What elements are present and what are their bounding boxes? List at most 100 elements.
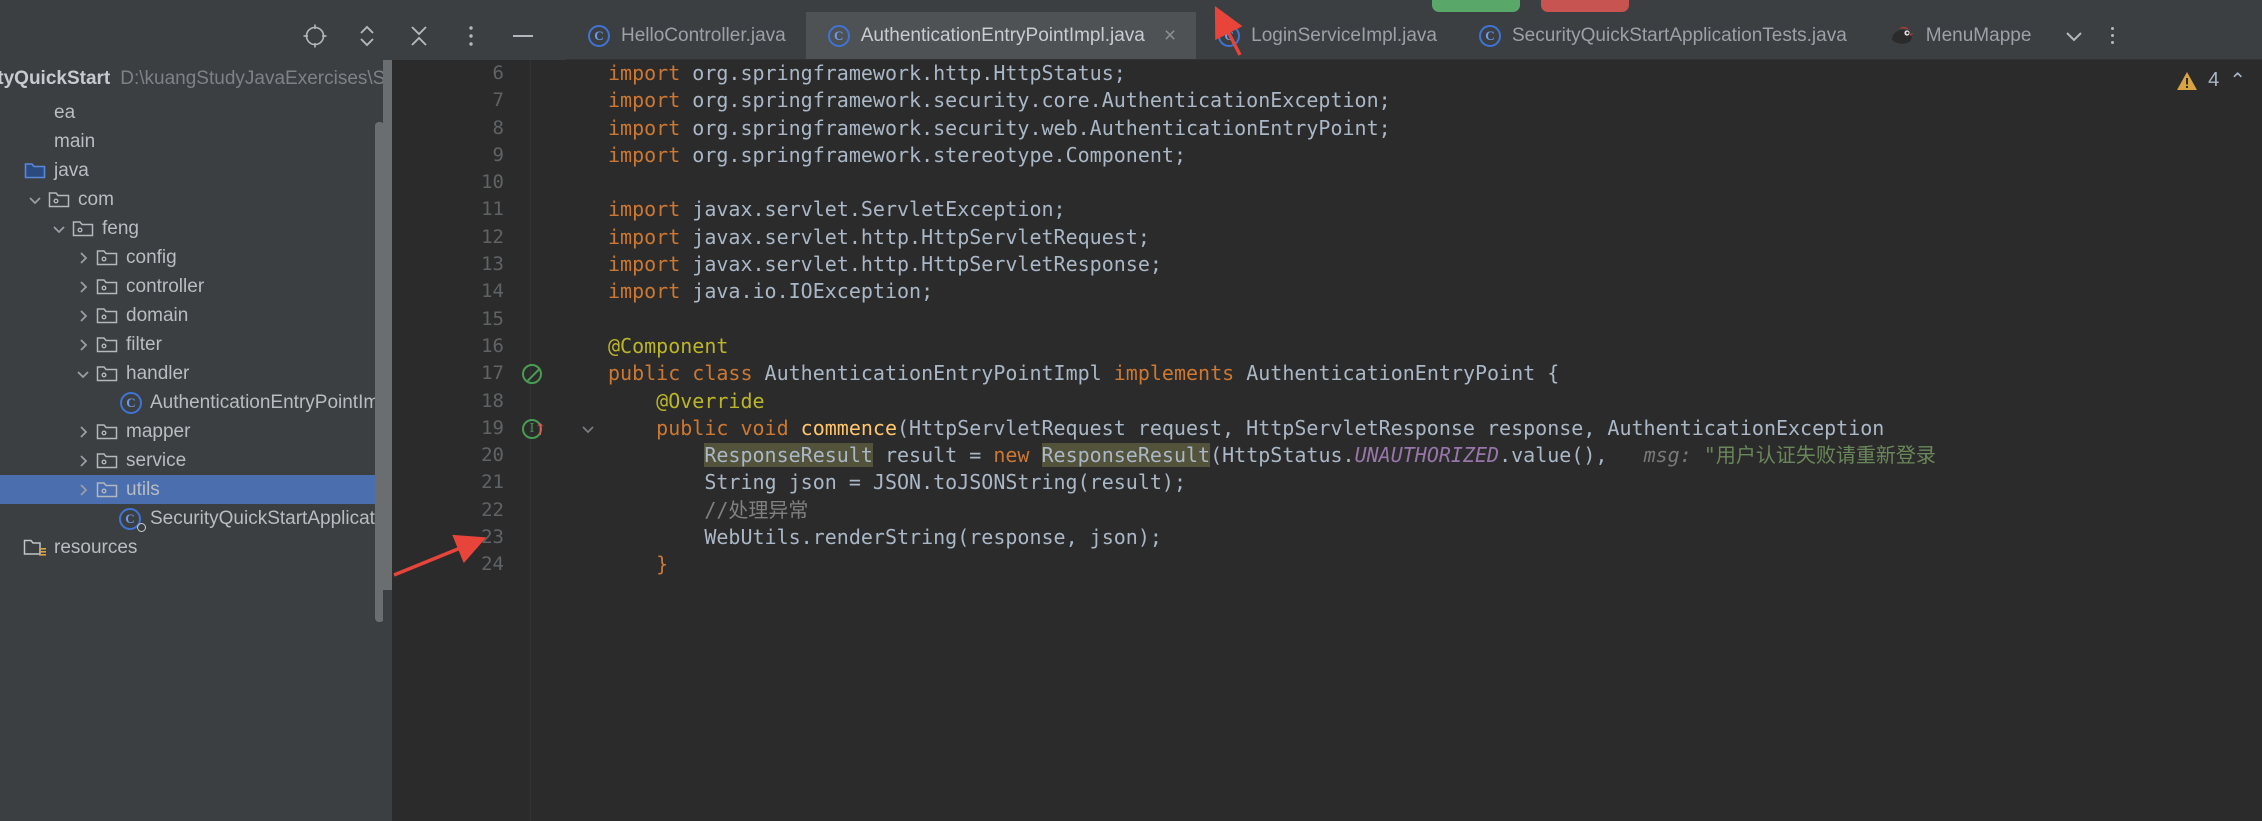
editor-gutter-strip	[383, 60, 392, 821]
editor-vertical-scrollbar[interactable]	[383, 60, 392, 590]
code-text: @Override	[608, 388, 765, 413]
run-class-gutter-icon[interactable]	[522, 363, 568, 384]
tree-item-config[interactable]: config	[0, 243, 383, 272]
code-line[interactable]: 24 }	[392, 551, 2262, 578]
chevron-right-icon[interactable]	[72, 453, 94, 469]
tab-authentication-entry-point-impl[interactable]: C AuthenticationEntryPointImpl.java ×	[805, 12, 1197, 59]
code-text: }	[608, 552, 669, 577]
code-line[interactable]: 15	[392, 306, 2262, 333]
tree-item-authenticationentrypointimpl[interactable]: C AuthenticationEntryPointImpl	[0, 388, 383, 417]
tree-item-label: config	[126, 246, 177, 268]
tab-more-options-icon[interactable]	[2097, 12, 2127, 59]
tree-item-label: utils	[126, 478, 160, 500]
code-line[interactable]: 20 ResponseResult result = new ResponseR…	[392, 442, 2262, 469]
tree-item-resources[interactable]: resources	[0, 533, 383, 562]
inspection-widget[interactable]: 4 ⌃	[2176, 68, 2246, 93]
tab-label: MenuMappe	[1925, 24, 2032, 46]
code-line[interactable]: 22 //处理异常	[392, 497, 2262, 524]
tree-item-label: filter	[126, 333, 162, 355]
code-fold-chevron-down-icon[interactable]	[568, 421, 608, 437]
tab-menu-mapper[interactable]: MenuMappe	[1867, 12, 2052, 59]
code-line[interactable]: 23 WebUtils.renderString(response, json)…	[392, 524, 2262, 551]
code-line[interactable]: 7 import org.springframework.security.cor…	[392, 87, 2262, 114]
code-line[interactable]: 17 public class AuthenticationEntryPointI…	[392, 360, 2262, 387]
chevron-down-icon[interactable]	[24, 192, 46, 208]
code-line[interactable]: 11 import javax.servlet.ServletException;	[392, 196, 2262, 223]
tree-item-utils[interactable]: utils	[0, 475, 383, 504]
tree-item-filter[interactable]: filter	[0, 330, 383, 359]
chevron-right-icon[interactable]	[72, 337, 94, 353]
code-line[interactable]: 13 import javax.servlet.http.HttpServletR…	[392, 251, 2262, 278]
tab-label: AuthenticationEntryPointImpl.java	[860, 24, 1145, 46]
code-line[interactable]: 12 import javax.servlet.http.HttpServletR…	[392, 224, 2262, 251]
code-line[interactable]: 9 import org.springframework.stereotype.C…	[392, 142, 2262, 169]
java-class-icon: C	[827, 24, 850, 47]
code-line[interactable]: 14 import java.io.IOException;	[392, 278, 2262, 305]
tree-item-securityquickstartapplication[interactable]: C SecurityQuickStartApplication	[0, 504, 383, 533]
close-icon[interactable]: ×	[1164, 25, 1176, 46]
line-number: 9	[492, 143, 504, 166]
source-folder-icon	[22, 161, 48, 180]
expand-collapse-icon[interactable]	[354, 23, 380, 49]
tree-item-service[interactable]: service	[0, 446, 383, 475]
editor-tab-bar: C HelloController.java C AuthenticationE…	[566, 12, 2262, 60]
code-line[interactable]: 16 @Component	[392, 333, 2262, 360]
line-number: 14	[481, 280, 504, 303]
project-scrollbar[interactable]	[375, 122, 383, 622]
tab-hello-controller[interactable]: C HelloController.java	[566, 12, 806, 59]
resources-folder-icon	[22, 538, 48, 557]
chevron-down-icon[interactable]	[72, 366, 94, 382]
tree-item-ea[interactable]: ea	[0, 98, 383, 127]
collapse-all-icon[interactable]	[406, 23, 432, 49]
project-header[interactable]: ityQuickStart D:\kuangStudyJavaExercises…	[0, 60, 383, 98]
code-text: String json = JSON.toJSONString(result);	[608, 470, 1186, 495]
code-text: import javax.servlet.http.HttpServletReq…	[608, 224, 1150, 249]
stop-button-pill[interactable]	[1541, 0, 1629, 12]
chevron-right-icon[interactable]	[72, 482, 94, 498]
code-line[interactable]: 18 @Override	[392, 388, 2262, 415]
code-line[interactable]: 19 I ↑ public void commence(HttpServletReq…	[392, 415, 2262, 442]
java-class-icon: C	[1218, 24, 1241, 47]
tab-overflow-chevron-down-icon[interactable]	[2051, 12, 2097, 59]
tab-login-service-impl[interactable]: C LoginServiceImpl.java	[1196, 12, 1457, 59]
hide-panel-icon[interactable]	[510, 23, 536, 49]
chevron-down-icon[interactable]	[48, 221, 70, 237]
code-lines[interactable]: 6 import org.springframework.http.HttpSta…	[392, 60, 2262, 821]
code-line[interactable]: 8 import org.springframework.security.web…	[392, 115, 2262, 142]
java-class-runnable-icon: C	[118, 507, 146, 532]
tree-item-feng[interactable]: feng	[0, 214, 383, 243]
tree-item-label: ea	[54, 101, 76, 123]
chevron-right-icon[interactable]	[72, 279, 94, 295]
tree-item-com[interactable]: com	[0, 185, 383, 214]
java-class-icon: C	[588, 24, 610, 47]
line-number: 17	[481, 362, 504, 385]
locate-target-icon[interactable]	[302, 23, 328, 49]
tree-item-handler[interactable]: handler	[0, 359, 383, 388]
line-number: 19	[481, 416, 504, 439]
tree-item-controller[interactable]: controller	[0, 272, 383, 301]
tree-item-main[interactable]: main	[0, 127, 383, 156]
code-line[interactable]: 10	[392, 169, 2262, 196]
tree-item-label: feng	[102, 217, 139, 239]
tree-item-domain[interactable]: domain	[0, 301, 383, 330]
tree-item-mapper[interactable]: mapper	[0, 417, 383, 446]
inspection-collapse-icon[interactable]: ⌃	[2229, 68, 2246, 93]
code-line[interactable]: 21 String json = JSON.toJSONString(resul…	[392, 469, 2262, 496]
tab-security-quickstart-application-tests[interactable]: C SecurityQuickStartApplicationTests.jav…	[1457, 12, 1867, 59]
tab-label: LoginServiceImpl.java	[1251, 24, 1437, 46]
code-line[interactable]: 6 import org.springframework.http.HttpSta…	[392, 60, 2262, 87]
line-number: 10	[481, 171, 504, 194]
chevron-right-icon[interactable]	[72, 424, 94, 440]
code-text: public void commence(HttpServletRequest …	[608, 415, 1897, 440]
tree-item-java[interactable]: java	[0, 156, 383, 185]
code-text: WebUtils.renderString(response, json);	[608, 525, 1162, 550]
run-button-pill[interactable]	[1432, 0, 1520, 12]
implementing-method-gutter-icon[interactable]: I ↑	[522, 418, 568, 439]
tree-item-label: handler	[126, 362, 190, 384]
more-options-icon[interactable]	[458, 23, 484, 49]
tab-label: SecurityQuickStartApplicationTests.java	[1512, 24, 1847, 46]
package-icon	[94, 335, 120, 354]
package-icon	[94, 480, 120, 499]
chevron-right-icon[interactable]	[72, 250, 94, 266]
chevron-right-icon[interactable]	[72, 308, 94, 324]
